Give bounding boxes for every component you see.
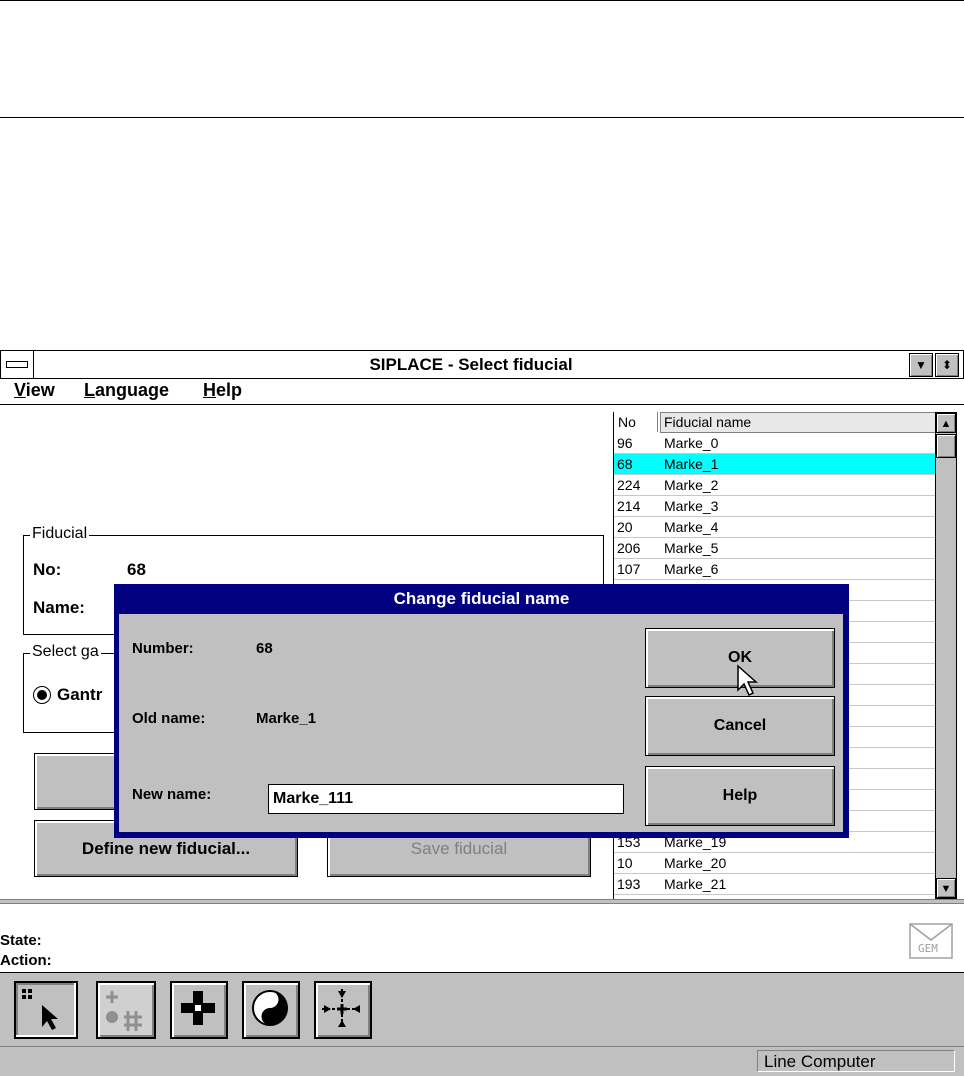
menu-language-accel: L xyxy=(84,380,95,400)
minimize-icon: ▼ xyxy=(915,358,927,372)
cross-target-button[interactable] xyxy=(170,981,228,1039)
list-item-no: 214 xyxy=(617,498,641,514)
change-fiducial-dialog: Change fiducial name Number: 68 Old name… xyxy=(114,584,849,838)
list-item[interactable]: 193 Marke_21 xyxy=(614,874,936,895)
list-item-name: Marke_6 xyxy=(664,561,719,577)
cancel-label: Cancel xyxy=(713,717,767,734)
menu-bar: View Language Help xyxy=(0,378,964,405)
list-item[interactable]: 96 Marke_0 xyxy=(614,433,936,454)
list-item-no: 20 xyxy=(617,519,633,535)
new-name-input[interactable]: Marke_111 xyxy=(268,784,624,814)
minimize-button[interactable]: ▼ xyxy=(909,353,933,377)
menu-view[interactable]: View xyxy=(14,380,55,401)
menu-view-accel: V xyxy=(14,380,26,400)
list-item[interactable]: 107 Marke_6 xyxy=(614,559,936,580)
list-item-no: 96 xyxy=(617,435,633,451)
list-item-name: Marke_5 xyxy=(664,540,719,556)
define-new-label: Define new fiducial... xyxy=(81,839,251,858)
list-header: No Fiducial name xyxy=(614,412,936,433)
scroll-up-button[interactable]: ▲ xyxy=(936,413,956,433)
restore-button[interactable]: ⬍ xyxy=(935,353,959,377)
menu-help[interactable]: Help xyxy=(203,380,242,401)
header-name: Fiducial name xyxy=(664,414,752,430)
select-pointer-icon xyxy=(22,989,58,1030)
list-item-name: Marke_21 xyxy=(664,876,727,892)
old-name-label: Old name: xyxy=(132,710,206,727)
menu-help-accel: H xyxy=(203,380,216,400)
help-button[interactable]: Help xyxy=(645,766,835,826)
number-value: 68 xyxy=(256,640,273,657)
bottom-toolbar xyxy=(0,972,964,1047)
header-divider xyxy=(657,412,658,432)
center-arrows-button[interactable] xyxy=(314,981,372,1039)
gantry-radio-label: Gantr xyxy=(57,685,103,704)
arrow-down-icon: ▼ xyxy=(940,883,952,895)
title-bar: SIPLACE - Select fiducial ▼ ⬍ xyxy=(0,350,964,379)
dialog-body: Number: 68 Old name: Marke_1 New name: M… xyxy=(119,614,843,832)
list-item-selected[interactable]: 68 Marke_1 xyxy=(614,454,936,475)
status-bar: Line Computer xyxy=(0,1046,964,1076)
fiducial-no-value: 68 xyxy=(127,560,146,579)
list-item-name: Marke_0 xyxy=(664,435,719,451)
yin-yang-icon xyxy=(252,990,288,1026)
list-item[interactable]: 20 Marke_4 xyxy=(614,517,936,538)
list-item-no: 107 xyxy=(617,561,641,577)
list-item-no: 68 xyxy=(617,456,633,472)
menu-language[interactable]: Language xyxy=(84,380,169,401)
menu-view-rest: iew xyxy=(25,380,55,400)
gem-mail-icon[interactable]: GEM xyxy=(908,922,954,960)
list-scrollbar[interactable]: ▲ ▼ xyxy=(935,412,957,899)
line-computer-panel: Line Computer xyxy=(757,1050,955,1072)
menu-language-rest: anguage xyxy=(95,380,170,400)
list-item[interactable]: 224 Marke_2 xyxy=(614,475,936,496)
gem-label: GEM xyxy=(918,942,938,955)
fiducial-no-label: No: xyxy=(33,560,62,579)
window-title: SIPLACE - Select fiducial xyxy=(369,355,573,374)
center-arrows-icon xyxy=(322,989,362,1029)
list-item-name: Marke_1 xyxy=(664,456,719,472)
list-item-name: Marke_20 xyxy=(664,855,727,871)
menu-help-rest: elp xyxy=(216,380,243,400)
fiducial-group-label: Fiducial xyxy=(30,525,90,543)
number-label: Number: xyxy=(132,640,194,657)
select-pointer-button[interactable] xyxy=(14,981,78,1039)
new-name-label: New name: xyxy=(132,786,212,803)
old-name-value: Marke_1 xyxy=(256,710,317,727)
list-item-no: 206 xyxy=(617,540,641,556)
list-item-name: Marke_3 xyxy=(664,498,719,514)
gantry-radio[interactable] xyxy=(33,686,51,704)
arrow-up-icon: ▲ xyxy=(940,418,952,430)
dialog-title: Change fiducial name xyxy=(393,589,570,608)
list-item-name: Marke_4 xyxy=(664,519,719,535)
list-item-no: 10 xyxy=(617,855,633,871)
list-item-no: 193 xyxy=(617,876,641,892)
mouse-cursor-icon xyxy=(737,664,758,697)
fiducial-name-label: Name: xyxy=(33,598,85,617)
help-label: Help xyxy=(722,787,758,804)
restore-icon: ⬍ xyxy=(941,358,953,372)
state-label: State: xyxy=(0,932,42,949)
grid-fiducial-icon xyxy=(106,991,142,1031)
list-item[interactable]: 214 Marke_3 xyxy=(614,496,936,517)
system-menu-button[interactable] xyxy=(1,351,34,378)
panel-separator xyxy=(0,899,964,904)
list-item[interactable]: 206 Marke_5 xyxy=(614,538,936,559)
header-no: No xyxy=(618,414,636,430)
radio-dot-icon xyxy=(37,690,47,700)
top-rule xyxy=(0,0,964,1)
cancel-button[interactable]: Cancel xyxy=(645,696,835,756)
list-item[interactable]: 10 Marke_20 xyxy=(614,853,936,874)
list-item-no: 224 xyxy=(617,477,641,493)
grid-fiducial-button[interactable] xyxy=(96,981,156,1039)
scroll-thumb[interactable] xyxy=(936,434,956,458)
gantry-group-label: Select ga xyxy=(30,643,101,661)
system-menu-icon xyxy=(6,361,28,368)
header-rule xyxy=(0,117,964,118)
scroll-down-button[interactable]: ▼ xyxy=(936,878,956,898)
yin-yang-button[interactable] xyxy=(242,981,300,1039)
save-fiducial-label: Save fiducial xyxy=(410,839,508,858)
list-item-name: Marke_2 xyxy=(664,477,719,493)
cross-target-icon xyxy=(181,991,215,1025)
action-label: Action: xyxy=(0,952,52,969)
